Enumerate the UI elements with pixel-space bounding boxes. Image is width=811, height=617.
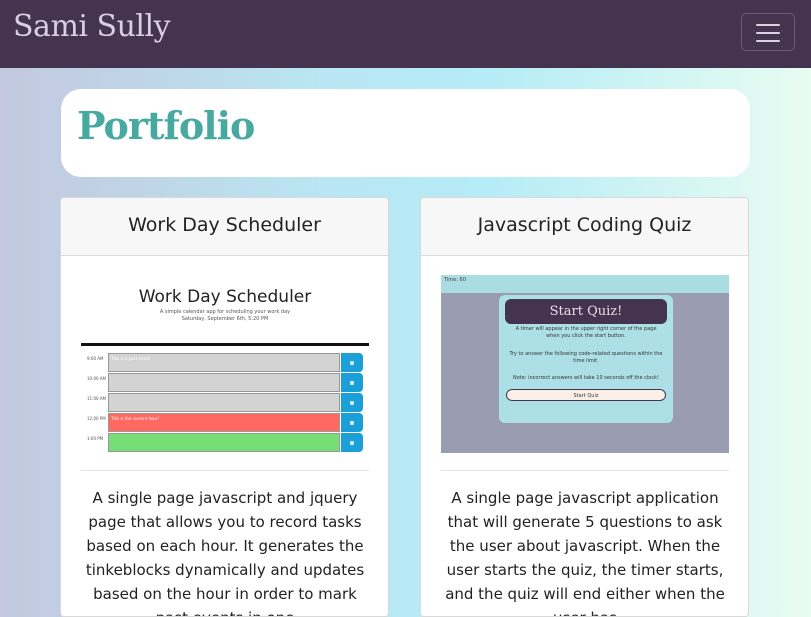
quiz-screenshot[interactable]: Time: 60 Start Quiz! A timer will appear… xyxy=(441,275,729,453)
preview-text: Try to answer the following code-related… xyxy=(509,351,663,364)
preview-time-block: This is the current hour! xyxy=(108,413,340,432)
preview-time-row: 12:00 PM This is the current hour! xyxy=(81,413,369,432)
navbar: Sami Sully xyxy=(0,0,811,68)
preview-start-button: Start Quiz xyxy=(506,389,666,401)
project-card-quiz: Javascript Coding Quiz Time: 60 Start Qu… xyxy=(420,197,749,617)
preview-heading: Start Quiz! xyxy=(505,299,667,324)
card-title: Work Day Scheduler xyxy=(61,198,388,256)
preview-hour: 1:00 PM xyxy=(87,436,104,441)
save-icon xyxy=(341,373,363,392)
preview-hour: 9:00 AM xyxy=(87,356,104,361)
preview-time-block xyxy=(108,393,340,412)
project-card-scheduler: Work Day Scheduler Work Day Scheduler A … xyxy=(60,197,389,617)
brand-link[interactable]: Sami Sully xyxy=(13,9,171,44)
preview-time-row: 1:00 PM xyxy=(81,433,369,452)
preview-time-block: This is a past event xyxy=(108,353,340,372)
card-divider xyxy=(441,470,729,471)
scheduler-screenshot[interactable]: Work Day Scheduler A simple calendar app… xyxy=(81,275,369,453)
preview-time-block xyxy=(108,433,340,452)
preview-text: A timer will appear in the upper right c… xyxy=(515,326,657,339)
page-title: Portfolio xyxy=(77,103,255,148)
navbar-toggle-button[interactable] xyxy=(741,13,795,51)
card-description: A single page javascript and jquery page… xyxy=(85,489,365,616)
preview-time-row: 9:00 AM This is a past event xyxy=(81,353,369,372)
preview-subtitle: A simple calendar app for scheduling you… xyxy=(159,309,291,322)
save-icon xyxy=(341,433,363,452)
preview-timer-bar: Time: 60 xyxy=(441,275,729,293)
preview-time-row: 10:00 AM xyxy=(81,373,369,392)
preview-divider xyxy=(81,343,369,346)
preview-hour: 11:00 AM xyxy=(87,396,106,401)
preview-time-row: 11:00 AM xyxy=(81,393,369,412)
preview-hour: 10:00 AM xyxy=(87,376,106,381)
preview-hour: 12:00 PM xyxy=(87,416,106,421)
preview-timer: Time: 60 xyxy=(444,277,466,283)
card-description: A single page javascript application tha… xyxy=(445,489,725,616)
card-title: Javascript Coding Quiz xyxy=(421,198,748,256)
save-icon xyxy=(341,353,363,372)
preview-text: Note: incorrect answers will take 10 sec… xyxy=(513,375,659,381)
preview-time-block xyxy=(108,373,340,392)
save-icon xyxy=(341,413,363,432)
preview-quiz-box: Start Quiz! A timer will appear in the u… xyxy=(499,295,673,423)
save-icon xyxy=(341,393,363,412)
card-divider xyxy=(81,470,369,471)
preview-heading: Work Day Scheduler xyxy=(138,287,312,307)
jumbotron: Portfolio xyxy=(61,89,750,177)
